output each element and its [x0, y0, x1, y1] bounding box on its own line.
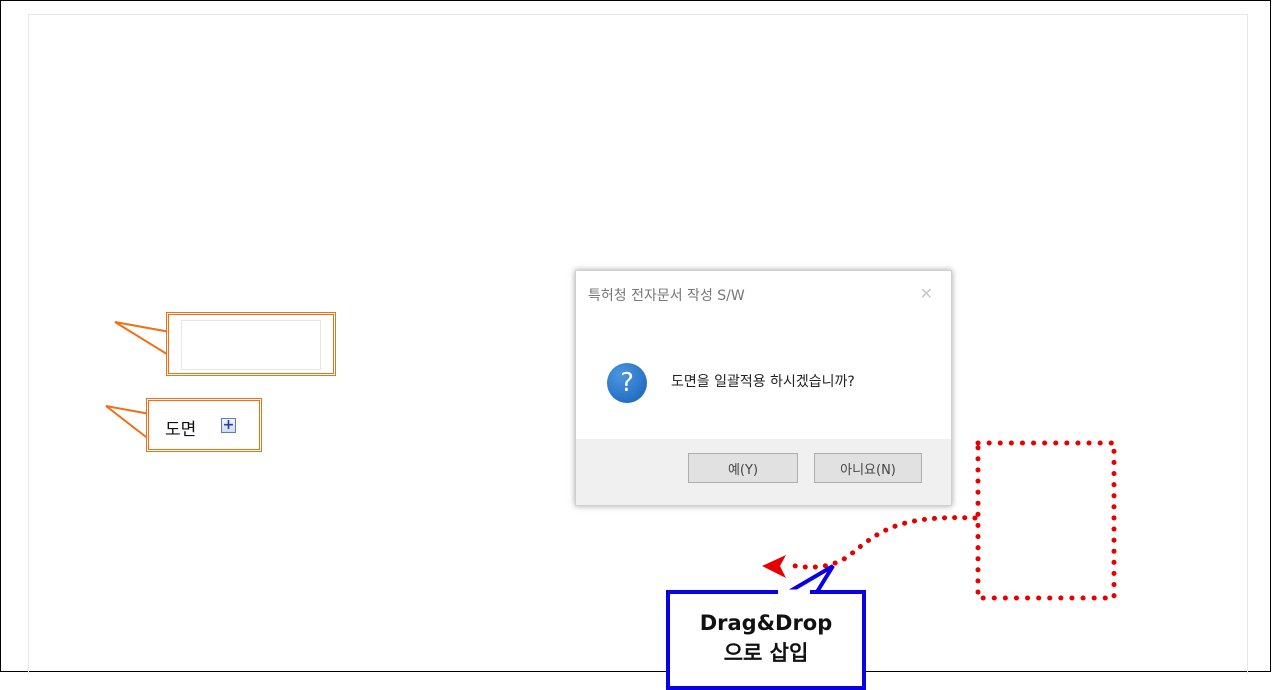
blue-callout-joint: [778, 589, 810, 595]
